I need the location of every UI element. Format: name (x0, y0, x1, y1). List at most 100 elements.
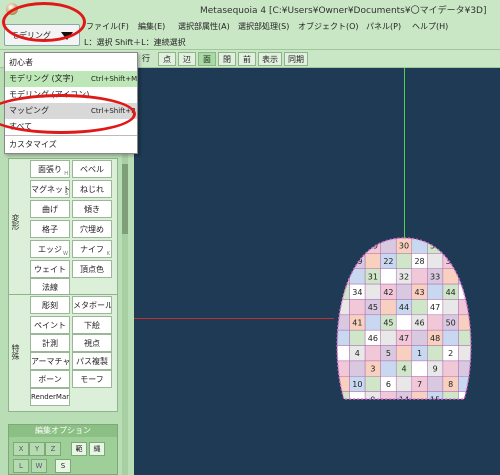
shortcut-hint: L：選択 Shift＋L：連続選択 (84, 38, 186, 47)
mesh-face (427, 314, 444, 331)
cmd-path-copy[interactable]: パス複製 (72, 352, 112, 370)
mesh-face (380, 299, 397, 316)
cmd-underlay[interactable]: 下絵 (72, 316, 112, 334)
mesh-face (380, 268, 397, 285)
cmd-morph[interactable]: モーフ (72, 370, 112, 388)
mesh-face (337, 360, 350, 377)
uv-number-label: 4 (401, 365, 406, 374)
mesh-face (442, 360, 459, 377)
menu-edit[interactable]: 編集(E) (138, 21, 165, 32)
mesh-face (427, 253, 444, 269)
cmd-metaball[interactable]: メタボール (72, 296, 112, 314)
mesh-face (411, 360, 428, 377)
mesh-face (364, 345, 381, 362)
toolbar-front-button[interactable]: 前 (238, 52, 256, 66)
uv-number-label: 48 (430, 334, 440, 343)
lock-y-button[interactable]: Y (29, 442, 45, 456)
mode-option-customize[interactable]: カスタマイズ (5, 137, 137, 153)
mesh-face (395, 345, 413, 362)
mode-option-beginner[interactable]: 初心者 (5, 55, 137, 71)
model-egg: 29 30 3629 22 28 3031 32 3334 42 43 4445 44 4741 45 46… (336, 237, 472, 404)
mesh-face (458, 238, 471, 254)
screen-button[interactable]: S (55, 459, 71, 473)
cmd-vertex-color[interactable]: 頂点色 (72, 260, 112, 278)
window-title: Metasequoia 4 [C:¥Users¥Owner¥Documents¥… (200, 6, 487, 16)
uv-number-label: 47 (399, 334, 409, 343)
cmd-magnet[interactable]: マグネット S (30, 180, 70, 198)
panel-scroll-thumb[interactable] (122, 164, 128, 234)
cmd-bevel[interactable]: ベベル (72, 160, 112, 178)
uv-number-label: 9 (433, 365, 438, 374)
uv-number-label: 50 (446, 319, 456, 328)
menu-selection-process[interactable]: 選択部処理(S) (238, 21, 289, 32)
lasso-select-button[interactable]: 縄 (89, 442, 105, 456)
toolbar-face-button[interactable]: 面 (198, 52, 216, 66)
toolbar-edge-button[interactable]: 辺 (178, 52, 196, 66)
cmd-measure[interactable]: 計測 (30, 334, 70, 352)
uv-number-label: 1 (417, 349, 422, 358)
toolbar-vertex-button[interactable]: 点 (158, 52, 176, 66)
uv-number-label: 41 (352, 319, 362, 328)
y-axis-line (404, 68, 405, 238)
menu-help[interactable]: ヘルプ(H) (412, 21, 448, 32)
menu-object[interactable]: オブジェクト(O) (298, 21, 359, 32)
uv-number-label: 30 (399, 242, 409, 251)
mesh-face (337, 329, 350, 346)
range-select-button[interactable]: 範 (71, 442, 87, 456)
mesh-face (395, 314, 413, 331)
cmd-slant[interactable]: 傾き (72, 200, 112, 218)
mesh-face (442, 238, 459, 254)
mesh-face (427, 283, 444, 300)
mesh-face (427, 345, 444, 362)
toolbar-sync-button[interactable]: 同期 (284, 52, 308, 66)
mesh-face (364, 283, 381, 300)
toolbar-closed-button[interactable]: 閉 (218, 52, 236, 66)
cmd-viewpoint[interactable]: 視点 (72, 334, 112, 352)
menu-selection-attr[interactable]: 選択部属性(A) (178, 21, 230, 32)
cmd-weight[interactable]: ウェイト (30, 260, 70, 278)
cmd-sculpt[interactable]: 彫刻 (30, 296, 70, 314)
special-section-label: 特殊 (11, 344, 20, 360)
uv-number-label: 5 (386, 349, 391, 358)
cmd-twist[interactable]: ねじれ (72, 180, 112, 198)
mesh-face (380, 329, 397, 346)
cmd-edge[interactable]: エッジ W (30, 240, 70, 258)
uv-number-label: 14 (399, 395, 409, 404)
cmd-renderman[interactable]: RenderMan (30, 388, 70, 406)
cmd-bend[interactable]: 曲げ (30, 200, 70, 218)
cmd-paint[interactable]: ペイント (30, 316, 70, 334)
uv-number-label: 43 (414, 288, 424, 297)
cmd-lattice[interactable]: 格子 (30, 220, 70, 238)
uv-number-label: 45 (383, 319, 393, 328)
world-button[interactable]: W (31, 459, 47, 473)
uv-number-label: 42 (383, 288, 393, 297)
lock-z-button[interactable]: Z (45, 442, 61, 456)
mesh-face (337, 345, 350, 362)
mesh-face (442, 329, 459, 346)
menu-file[interactable]: ファイル(F) (86, 21, 129, 32)
mesh-face (458, 283, 471, 300)
mesh-face (337, 253, 350, 269)
local-button[interactable]: L (13, 459, 29, 473)
uv-number-label: 8 (448, 380, 453, 389)
mesh-face (411, 238, 428, 254)
mesh-face (337, 314, 350, 331)
uv-number-label: 15 (430, 395, 440, 404)
toolbar-line-button[interactable]: 行 (138, 52, 154, 66)
mesh-face (349, 238, 366, 254)
cmd-armature[interactable]: アーマチャー (30, 352, 70, 370)
mode-option-modeling-text[interactable]: モデリング (文字) Ctrl+Shift+M (5, 71, 137, 87)
cmd-bone[interactable]: ボーン (30, 370, 70, 388)
uv-number-label: 6 (386, 380, 391, 389)
menu-panel[interactable]: パネル(P) (366, 21, 401, 32)
3d-viewport[interactable]: 29 30 36 29 22 28 30 31 32 33 34 42 43 44 45 44 47 41 45 46… (134, 68, 500, 475)
lock-x-button[interactable]: X (13, 442, 29, 456)
panel-scrollbar[interactable] (122, 154, 128, 475)
annotation-ring-mode-select (2, 2, 86, 42)
mesh-face (442, 268, 459, 285)
cmd-hole-fill[interactable]: 穴埋め (72, 220, 112, 238)
cmd-knife[interactable]: ナイフ K (72, 240, 112, 258)
toolbar-display-button[interactable]: 表示 (258, 52, 282, 66)
cmd-face-fill[interactable]: 面張り H (30, 160, 70, 178)
uv-number-label: 32 (399, 272, 409, 281)
